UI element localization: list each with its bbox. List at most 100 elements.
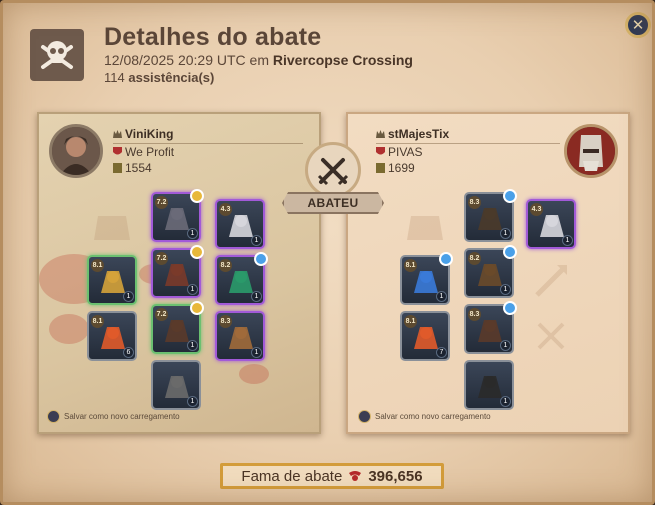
tier-badge: 8.1 — [91, 259, 104, 272]
assist-number: 114 — [104, 70, 125, 85]
close-icon: ✕ — [631, 16, 645, 34]
victim-save-loadout-button[interactable]: Salvar como novo carregamento — [358, 410, 491, 423]
killer-slot-cape[interactable]: 4.3 1 — [215, 199, 265, 249]
killer-slot-offhand[interactable]: 8.2 1 — [215, 252, 268, 305]
tier-badge: 7.2 — [155, 308, 168, 321]
item-power-icon — [376, 163, 385, 173]
killer-slot-mount[interactable]: 1 — [151, 360, 201, 410]
killer-panel: ViniKing We Profit 1554 7.2 1 4.3 1 8.1 1 7.2 1… — [37, 112, 321, 434]
tier-badge: 8.2 — [219, 259, 232, 272]
quantity-badge: 1 — [500, 228, 511, 239]
quantity-badge: 1 — [500, 396, 511, 407]
location-prefix: em — [249, 52, 269, 68]
quantity-badge: 1 — [500, 340, 511, 351]
killer-slot-head[interactable]: 7.2 1 — [151, 189, 204, 242]
quantity-badge: 1 — [187, 228, 198, 239]
killer-avatar[interactable] — [49, 124, 103, 178]
item-power-icon — [113, 163, 122, 173]
victim-slot-cape[interactable]: 4.3 1 — [526, 199, 576, 249]
tier-badge: 8.1 — [404, 259, 417, 272]
victim-slot-mount[interactable]: 1 — [464, 360, 514, 410]
close-button[interactable]: ✕ — [625, 12, 651, 38]
victim-avatar[interactable] — [564, 124, 618, 178]
assist-label: assistência(s) — [128, 70, 215, 85]
crossed-swords-icon — [305, 142, 361, 198]
save-loadout-label: Salvar como novo carregamento — [64, 412, 180, 421]
victim-panel: stMajesTix PIVAS 1699 8.3 1 4.3 1 8.1 1 8.2 1 8.… — [346, 112, 630, 434]
empty-bag-slot — [400, 199, 450, 249]
save-icon — [47, 410, 60, 423]
assist-count: 114 assistência(s) — [104, 70, 214, 85]
fame-icon — [349, 471, 362, 481]
fame-label: Fama de abate — [241, 467, 343, 485]
tier-badge: 8.2 — [468, 252, 481, 265]
kill-location: Rivercopse Crossing — [272, 52, 413, 68]
killer-save-loadout-button[interactable]: Salvar como novo carregamento — [47, 410, 180, 423]
fame-value: 396,656 — [368, 467, 423, 485]
kill-datetime-location: 12/08/2025 20:29 UTC em Rivercopse Cross… — [104, 52, 413, 68]
blue-gem-icon — [503, 245, 517, 259]
empty-offhand-slot — [526, 256, 576, 306]
kill-datetime: 12/08/2025 20:29 UTC — [104, 52, 246, 68]
quantity-badge: 1 — [187, 396, 198, 407]
tier-badge: 7.2 — [155, 252, 168, 265]
killer-slot-food[interactable]: 8.3 1 — [215, 311, 265, 361]
tier-badge: 8.3 — [468, 308, 481, 321]
quantity-badge: 1 — [500, 284, 511, 295]
quantity-badge: 1 — [251, 235, 262, 246]
victim-slot-head[interactable]: 8.3 1 — [464, 189, 517, 242]
kill-details-window: Detalhes do abate 12/08/2025 20:29 UTC e… — [0, 0, 655, 505]
gold-gem-icon — [190, 301, 204, 315]
quantity-badge: 1 — [436, 291, 447, 302]
crown-icon — [376, 130, 385, 138]
page-title: Detalhes do abate — [104, 23, 322, 51]
kill-banner: ABATEU — [282, 192, 384, 214]
tier-badge: 8.1 — [91, 315, 104, 328]
quantity-badge: 6 — [123, 347, 134, 358]
victim-guild[interactable]: PIVAS — [376, 145, 422, 159]
save-loadout-label: Salvar como novo carregamento — [375, 412, 491, 421]
quantity-badge: 1 — [251, 347, 262, 358]
quantity-badge: 1 — [187, 340, 198, 351]
blue-gem-icon — [503, 301, 517, 315]
guild-shield-icon — [113, 147, 122, 155]
quantity-badge: 1 — [123, 291, 134, 302]
quantity-badge: 7 — [436, 347, 447, 358]
empty-bag-slot — [87, 199, 137, 249]
tier-badge: 7.2 — [155, 196, 168, 209]
quantity-badge: 1 — [251, 291, 262, 302]
blue-gem-icon — [254, 252, 268, 266]
killer-name[interactable]: ViniKing — [113, 127, 173, 141]
killer-slot-shoes[interactable]: 7.2 1 — [151, 301, 204, 354]
killer-slot-armor[interactable]: 7.2 1 — [151, 245, 204, 298]
save-icon — [358, 410, 371, 423]
skull-icon — [30, 29, 84, 81]
blue-gem-icon — [503, 189, 517, 203]
victim-name[interactable]: stMajesTix — [376, 127, 449, 141]
victim-slot-potion[interactable]: 8.1 7 — [400, 311, 450, 361]
divider — [113, 143, 303, 144]
killer-slot-potion[interactable]: 8.1 6 — [87, 311, 137, 361]
tier-badge: 4.3 — [219, 203, 232, 216]
blood-splatter — [49, 314, 89, 344]
blood-splatter — [239, 364, 269, 384]
killer-guild[interactable]: We Profit — [113, 145, 174, 159]
empty-food-slot — [526, 311, 576, 361]
quantity-badge: 1 — [562, 235, 573, 246]
tier-badge: 8.3 — [468, 196, 481, 209]
victim-slot-shoes[interactable]: 8.3 1 — [464, 301, 517, 354]
killer-item-power: 1554 — [113, 161, 152, 175]
gold-gem-icon — [190, 189, 204, 203]
victim-item-power: 1699 — [376, 161, 415, 175]
gold-gem-icon — [190, 245, 204, 259]
killer-slot-weapon[interactable]: 8.1 1 — [87, 255, 137, 305]
victim-slot-weapon[interactable]: 8.1 1 — [400, 252, 453, 305]
tier-badge: 8.3 — [219, 315, 232, 328]
tier-badge: 8.1 — [404, 315, 417, 328]
crown-icon — [113, 130, 122, 138]
victim-slot-armor[interactable]: 8.2 1 — [464, 245, 517, 298]
guild-shield-icon — [376, 147, 385, 155]
blue-gem-icon — [439, 252, 453, 266]
kill-fame-bar: Fama de abate 396,656 — [220, 463, 444, 489]
divider — [376, 143, 560, 144]
